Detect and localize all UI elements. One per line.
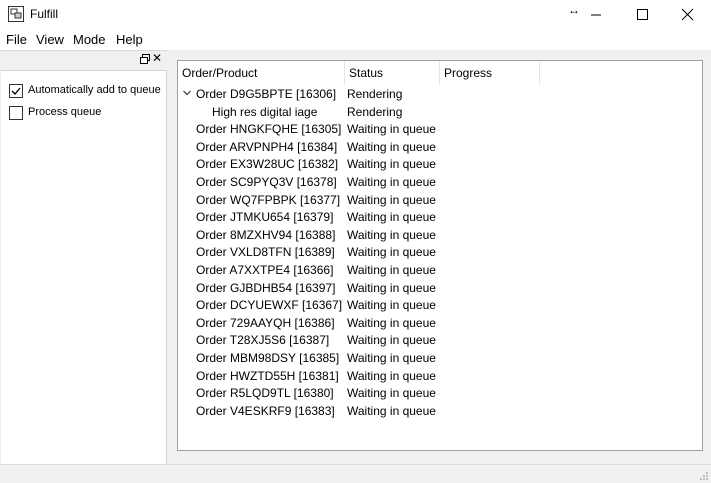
tree-row[interactable]: Order D9G5BPTE [16306] Rendering — [178, 87, 700, 104]
tree-row[interactable]: Order V4ESKRF9 [16383] Waiting in queue — [178, 404, 700, 421]
checkmark-icon — [11, 87, 21, 95]
order-name: Order SC9PYQ3V [16378] — [196, 175, 337, 189]
order-name: Order 8MZXHV94 [16388] — [196, 228, 336, 242]
tree-row[interactable]: Order HWZTD55H [16381] Waiting in queue — [178, 369, 700, 386]
tree-row[interactable]: Order DCYUEWXF [16367] Waiting in queue — [178, 298, 700, 315]
order-name: Order V4ESKRF9 [16383] — [196, 404, 335, 418]
process-queue-checkbox[interactable] — [9, 106, 23, 120]
minimize-button[interactable] — [573, 0, 619, 30]
order-name: Order MBM98DSY [16385] — [196, 351, 340, 365]
title-bar[interactable]: Fulfill ↔ — [0, 0, 711, 30]
status-cell: Waiting in queue — [347, 263, 436, 277]
column-header-progress[interactable]: Progress — [440, 61, 540, 85]
order-name: Order ARVPNPH4 [16384] — [196, 140, 338, 154]
order-name: Order JTMKU654 [16379] — [196, 210, 334, 224]
order-name: Order VXLD8TFN [16389] — [196, 245, 335, 259]
status-cell: Waiting in queue — [347, 245, 436, 259]
tree-row[interactable]: Order VXLD8TFN [16389] Waiting in queue — [178, 245, 700, 262]
column-header-status[interactable]: Status — [345, 61, 440, 85]
status-cell: Rendering — [347, 87, 403, 101]
product-name: High res digital iage — [212, 105, 318, 119]
float-icon[interactable] — [139, 53, 151, 65]
dock-content: Automatically add to queue Process queue — [1, 70, 167, 466]
size-grip-icon[interactable] — [699, 471, 709, 481]
process-queue-label: Process queue — [28, 106, 102, 118]
order-name: Order 729AAYQH [16386] — [196, 316, 335, 330]
status-cell: Waiting in queue — [347, 175, 436, 189]
tree-row[interactable]: Order T28XJ5S6 [16387] Waiting in queue — [178, 333, 700, 350]
tree-row[interactable]: Order HNGKFQHE [16305] Waiting in queue — [178, 122, 700, 139]
order-name: Order R5LQD9TL [16380] — [196, 386, 334, 400]
queue-dock-panel: ✕ Automatically add to queue Process que… — [0, 50, 169, 466]
tree-row[interactable]: Order 729AAYQH [16386] Waiting in queue — [178, 316, 700, 333]
order-name: Order A7XXTPE4 [16366] — [196, 263, 334, 277]
tree-row[interactable]: Order ARVPNPH4 [16384] Waiting in queue — [178, 140, 700, 157]
order-name: Order WQ7FPBPK [16377] — [196, 193, 341, 207]
order-name: Order HNGKFQHE [16305] — [196, 122, 342, 136]
menu-file[interactable]: File — [6, 32, 27, 47]
tree-row[interactable]: High res digital iage Rendering — [178, 105, 700, 122]
close-button[interactable] — [665, 0, 711, 30]
order-name: Order GJBDHB54 [16397] — [196, 281, 336, 295]
status-cell: Waiting in queue — [347, 298, 436, 312]
status-bar — [0, 464, 711, 483]
status-cell: Waiting in queue — [347, 157, 436, 171]
order-name: Order D9G5BPTE [16306] — [196, 87, 337, 101]
tree-row[interactable]: Order MBM98DSY [16385] Waiting in queue — [178, 351, 700, 368]
status-cell: Waiting in queue — [347, 404, 436, 418]
status-cell: Waiting in queue — [347, 369, 436, 383]
status-cell: Waiting in queue — [347, 228, 436, 242]
window-title: Fulfill — [30, 7, 59, 21]
order-name: Order EX3W28UC [16382] — [196, 157, 339, 171]
minimize-icon — [591, 14, 601, 16]
status-cell: Waiting in queue — [347, 140, 436, 154]
auto-add-label: Automatically add to queue — [28, 84, 161, 96]
order-tree-view[interactable]: Order/Product Status Progress Order D9G5… — [177, 60, 703, 451]
menu-view[interactable]: View — [36, 32, 64, 47]
tree-row[interactable]: Order GJBDHB54 [16397] Waiting in queue — [178, 281, 700, 298]
tree-row[interactable]: Order JTMKU654 [16379] Waiting in queue — [178, 210, 700, 227]
maximize-icon — [637, 9, 648, 20]
dock-title-bar[interactable]: ✕ — [0, 51, 166, 69]
status-cell: Waiting in queue — [347, 193, 436, 207]
order-name: Order T28XJ5S6 [16387] — [196, 333, 330, 347]
tree-row[interactable]: Order 8MZXHV94 [16388] Waiting in queue — [178, 228, 700, 245]
dock-close-icon[interactable]: ✕ — [152, 51, 162, 65]
app-icon — [8, 6, 24, 22]
order-name: Order DCYUEWXF [16367] — [196, 298, 343, 312]
tree-row[interactable]: Order EX3W28UC [16382] Waiting in queue — [178, 157, 700, 174]
tree-row[interactable]: Order R5LQD9TL [16380] Waiting in queue — [178, 386, 700, 403]
status-cell: Waiting in queue — [347, 281, 436, 295]
status-cell: Rendering — [347, 105, 403, 119]
close-icon — [681, 8, 694, 21]
auto-add-checkbox[interactable] — [9, 84, 23, 98]
status-cell: Waiting in queue — [347, 386, 436, 400]
chevron-down-icon[interactable] — [182, 88, 192, 98]
tree-row[interactable]: Order WQ7FPBPK [16377] Waiting in queue — [178, 193, 700, 210]
maximize-button[interactable] — [619, 0, 665, 30]
tree-row[interactable]: Order SC9PYQ3V [16378] Waiting in queue — [178, 175, 700, 192]
status-cell: Waiting in queue — [347, 122, 436, 136]
column-header-order[interactable]: Order/Product — [178, 61, 345, 85]
tree-row[interactable]: Order A7XXTPE4 [16366] Waiting in queue — [178, 263, 700, 280]
menu-mode[interactable]: Mode — [73, 32, 106, 47]
menu-help[interactable]: Help — [116, 32, 143, 47]
order-name: Order HWZTD55H [16381] — [196, 369, 339, 383]
status-cell: Waiting in queue — [347, 333, 436, 347]
status-cell: Waiting in queue — [347, 210, 436, 224]
status-cell: Waiting in queue — [347, 351, 436, 365]
status-cell: Waiting in queue — [347, 316, 436, 330]
